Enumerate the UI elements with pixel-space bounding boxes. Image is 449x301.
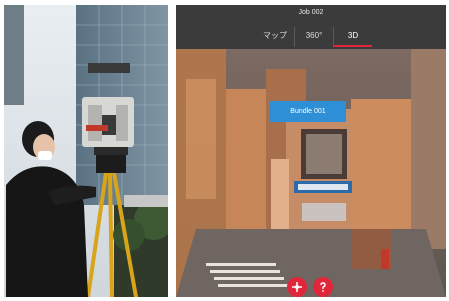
move-icon xyxy=(292,282,302,292)
help-icon xyxy=(320,282,326,292)
tab-360[interactable]: 360° xyxy=(294,27,333,47)
scanner-photo xyxy=(4,5,168,297)
view-mode-tabs: マップ 360° 3D xyxy=(256,27,372,47)
tab-3d[interactable]: 3D xyxy=(333,27,372,47)
scanner-photo-illustration xyxy=(4,5,168,297)
help-button[interactable] xyxy=(313,277,333,297)
job-title: Job 002 xyxy=(298,9,324,16)
bundle-label-button[interactable]: Bundle 001 xyxy=(270,101,346,122)
pointcloud-3d-view[interactable]: Bundle 001 xyxy=(176,49,446,297)
tab-map[interactable]: マップ xyxy=(256,27,294,47)
move-button[interactable] xyxy=(287,277,307,297)
pointcloud-scene xyxy=(176,49,446,297)
viewer-topbar: Job 002 マップ 360° 3D xyxy=(176,5,446,49)
viewer-panel: Job 002 マップ 360° 3D Bundle 001 xyxy=(176,5,446,297)
